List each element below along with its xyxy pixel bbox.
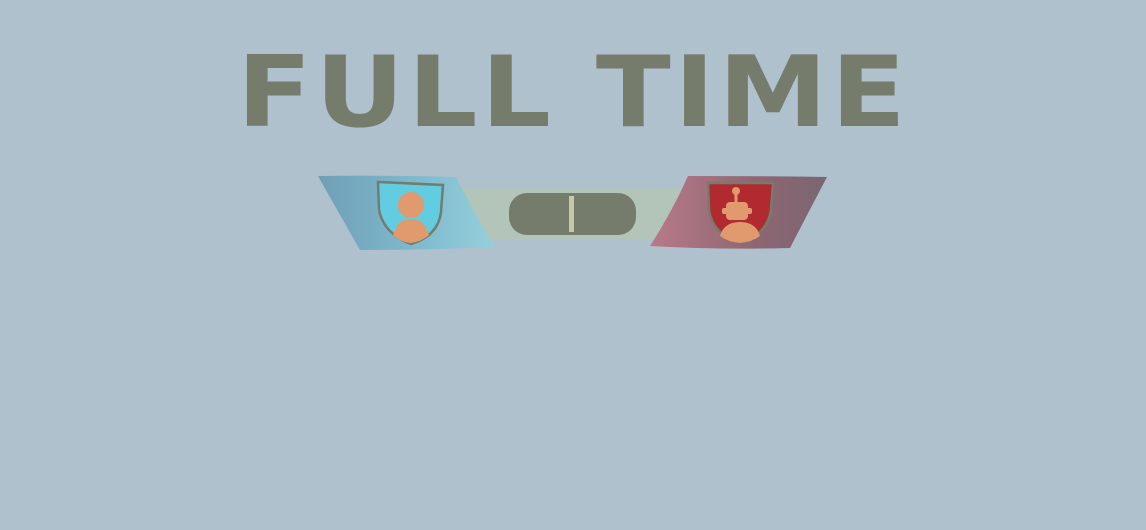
- scoreboard: [318, 175, 827, 250]
- full-time-screen: FULL TIME: [0, 0, 1146, 530]
- score-pill: [509, 193, 636, 235]
- home-team-panel: [318, 175, 495, 250]
- score-divider: [569, 196, 574, 232]
- away-team-panel: [650, 176, 827, 249]
